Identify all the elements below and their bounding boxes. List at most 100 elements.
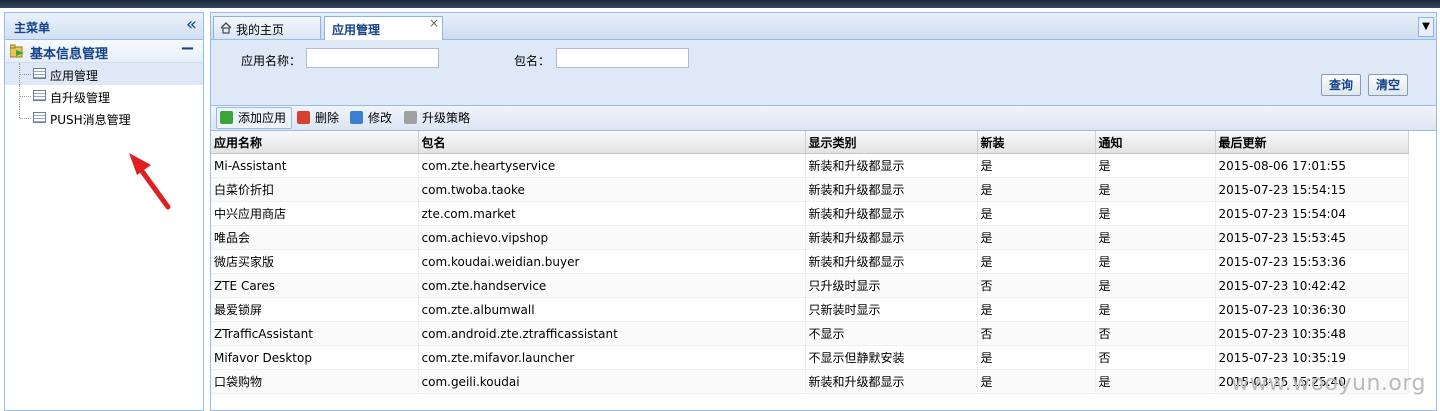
table-cell: 是 [977,345,1096,370]
table-cell: 是 [1095,201,1216,226]
tree-connector [19,85,32,107]
menu-group-basic-info[interactable]: 基本信息管理 − [5,38,203,63]
table-cell: com.achievo.vipshop [418,225,806,250]
table-header-row: 应用名称 包名 显示类别 新装 通知 最后更新 [211,131,1409,154]
table-cell: 只升级时显示 [805,273,978,298]
table-cell: 中兴应用商店 [211,201,419,226]
table-cell: Mi-Assistant [211,153,419,178]
table-cell: 是 [977,249,1096,274]
package-label: 包名： [514,54,551,68]
table-cell: 白菜价折扣 [211,177,419,202]
table-cell: 口袋购物 [211,369,419,394]
table-cell: 否 [977,321,1096,346]
delete-label: 删除 [315,111,340,125]
tab-app-management[interactable]: 应用管理 × [324,16,443,40]
table-cell: 微店买家版 [211,249,419,274]
table-cell: 2015-08-06 17:01:55 [1215,153,1409,178]
clear-button[interactable]: 清空 [1368,74,1408,96]
table-cell: 新装和升级都显示 [805,201,978,226]
table-cell: 新装和升级都显示 [805,177,978,202]
edit-button[interactable]: 修改 [350,108,398,128]
app-name-input[interactable] [306,48,439,68]
table-cell: 是 [1095,177,1216,202]
column-header[interactable]: 通知 [1095,131,1216,154]
table-cell: com.zte.albumwall [418,297,806,322]
table-row[interactable]: 唯品会 com.achievo.vipshop 新装和升级都显示是是 2015-07-… [211,225,1409,250]
column-header[interactable]: 应用名称 [211,131,419,154]
table-row[interactable]: Mi-Assistant com.zte.heartyservice 新装和升级都显… [211,153,1409,178]
table-cell: com.zte.mifavor.launcher [418,345,806,370]
tab-strip: 我的主页 应用管理 × ▼ [211,13,1436,40]
table-row[interactable]: 口袋购物 com.geili.koudai 新装和升级都显示是是 2015-03-25… [211,369,1409,394]
table-cell: zte.com.market [418,201,806,226]
sidebar-item-app-management[interactable]: 应用管理 [5,63,203,85]
column-header[interactable]: 新装 [977,131,1096,154]
column-header[interactable]: 显示类别 [805,131,978,154]
table-cell: 是 [1095,297,1216,322]
tab-home-label: 我的主页 [236,23,285,37]
table-row[interactable]: Mifavor Desktop com.zte.mifavor.launcher 不… [211,345,1409,370]
table-row[interactable]: ZTrafficAssistant com.android.zte.ztraffi… [211,321,1409,346]
add-app-button[interactable]: 添加应用 [216,107,292,129]
column-header[interactable]: 包名 [418,131,806,154]
tab-home[interactable]: 我的主页 [213,16,321,39]
collapse-group-icon[interactable]: − [180,38,195,59]
table-row[interactable]: 中兴应用商店 zte.com.market 新装和升级都显示是是 2015-07-23… [211,201,1409,226]
table-cell: ZTrafficAssistant [211,321,419,346]
edit-label: 修改 [368,111,393,125]
table-row[interactable]: 微店买家版 com.koudai.weidian.buyer 新装和升级都显示是是 2… [211,249,1409,274]
table-cell: 2015-07-23 15:54:04 [1215,201,1409,226]
home-icon [220,22,232,34]
table-cell: 是 [977,225,1096,250]
delete-button[interactable]: 删除 [297,108,345,128]
table-cell: 是 [977,201,1096,226]
sidebar-item-label: PUSH消息管理 [50,113,131,127]
table-cell: 新装和升级都显示 [805,369,978,394]
column-header[interactable]: 最后更新 [1215,131,1409,154]
table-cell: 否 [1095,321,1216,346]
add-icon [220,111,233,124]
table-cell: 否 [977,273,1096,298]
table-cell: 2015-07-23 15:53:36 [1215,249,1409,274]
tab-active-label: 应用管理 [332,23,381,37]
content-panel: 我的主页 应用管理 × ▼ 应用名称： 包名： 查询 清空 添加应用 删除 修改… [210,12,1437,411]
main-menu-panel: 主菜单 « 基本信息管理 − 应用管理 自升级管理 PUSH消息管理 [4,12,204,411]
table-cell: 新装和升级都显示 [805,249,978,274]
table-cell: 是 [977,369,1096,394]
grid-toolbar: 添加应用 删除 修改 升级策略 [211,106,1436,131]
grid-icon [33,68,46,79]
table-cell: com.geili.koudai [418,369,806,394]
table-cell: ZTE Cares [211,273,419,298]
sidebar-item-self-upgrade[interactable]: 自升级管理 [5,85,203,107]
sidebar-item-push-messages[interactable]: PUSH消息管理 [5,107,203,129]
table-cell: 2015-07-23 10:35:19 [1215,345,1409,370]
table-cell: 2015-07-23 10:36:30 [1215,297,1409,322]
table-cell: 是 [977,177,1096,202]
grid-icon [33,90,46,101]
table-cell: 最爱锁屏 [211,297,419,322]
query-button[interactable]: 查询 [1321,74,1361,96]
table-cell: 2015-07-23 10:35:48 [1215,321,1409,346]
table-cell: 不显示 [805,321,978,346]
table-row[interactable]: 最爱锁屏 com.zte.albumwall 只新装时显示是是 2015-07-23 … [211,297,1409,322]
close-tab-icon[interactable]: × [429,16,439,30]
table-cell: 2015-07-23 15:54:15 [1215,177,1409,202]
package-input[interactable] [556,48,689,68]
table-cell: com.koudai.weidian.buyer [418,249,806,274]
table-cell: com.zte.heartyservice [418,153,806,178]
window-top-bar [0,0,1440,8]
chevron-down-icon[interactable]: ▼ [1418,17,1434,37]
table-cell: 2015-07-23 10:42:42 [1215,273,1409,298]
red-arrow-annotation-icon [129,153,171,210]
table-cell: 2015-07-23 15:53:45 [1215,225,1409,250]
add-app-label: 添加应用 [238,111,287,125]
app-name-label: 应用名称： [241,54,302,68]
upgrade-policy-button[interactable]: 升级策略 [404,108,476,128]
table-cell: com.zte.handservice [418,273,806,298]
tree-connector [19,63,32,85]
table-row[interactable]: 白菜价折扣 com.twoba.taoke 新装和升级都显示是是 2015-07-23… [211,177,1409,202]
table-cell: 是 [977,153,1096,178]
table-row[interactable]: ZTE Cares com.zte.handservice 只升级时显示否是 2015… [211,273,1409,298]
grid-icon [33,112,46,123]
double-chevron-left-icon[interactable]: « [186,16,197,34]
